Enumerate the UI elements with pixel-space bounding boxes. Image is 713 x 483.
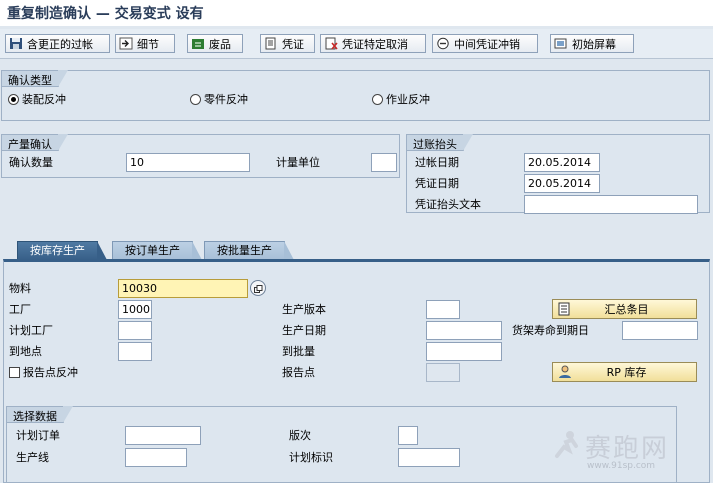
group-title: 确认类型: [1, 70, 68, 87]
scrap-icon: [191, 37, 205, 50]
receiving-location-input[interactable]: [118, 342, 152, 361]
group-title: 过账抬头: [406, 134, 473, 151]
shelf-life-expiration-label: 货架寿命到期日: [512, 324, 589, 337]
confirmed-qty-input[interactable]: 10: [126, 153, 250, 172]
reporting-point-input: [426, 363, 460, 382]
summary-entries-button[interactable]: 汇总条目: [552, 299, 697, 319]
watermark-url: www.91sp.com: [587, 461, 656, 471]
production-version-input[interactable]: [426, 300, 460, 319]
tab-lot-size-production[interactable]: 按批量生产: [204, 241, 294, 260]
details-button[interactable]: 细节: [115, 34, 175, 53]
tab-label: 按库存生产: [30, 244, 85, 257]
save-disk-icon: [9, 37, 23, 50]
intermediate-document-reversal-button[interactable]: 中间凭证冲销: [432, 34, 538, 53]
confirmed-qty-label: 确认数量: [9, 156, 53, 169]
unit-of-measure-label: 计量单位: [276, 156, 320, 169]
to-batch-label: 到批量: [282, 345, 315, 358]
tab-make-to-order[interactable]: 按订单生产: [112, 241, 202, 260]
button-label: 中间凭证冲销: [454, 37, 520, 51]
activity-backflush-radio[interactable]: [372, 94, 383, 105]
post-with-correction-button[interactable]: 含更正的过帐: [5, 34, 110, 53]
receiving-location-label: 到地点: [9, 345, 42, 358]
posting-date-label: 过帐日期: [415, 156, 459, 169]
button-label: 细节: [137, 37, 159, 51]
site-watermark: 赛跑网 www.91sp.com: [547, 426, 707, 478]
scrap-button[interactable]: 废品: [187, 34, 243, 53]
unit-of-measure-input[interactable]: [371, 153, 397, 172]
group-title: 选择数据: [6, 406, 73, 423]
rp-stock-button[interactable]: RP 库存: [552, 362, 697, 382]
search-help-icon: [254, 284, 263, 297]
to-batch-input[interactable]: [426, 342, 502, 361]
production-date-label: 生产日期: [282, 324, 326, 337]
production-line-label: 生产线: [16, 451, 49, 464]
tab-make-to-stock[interactable]: 按库存生产: [17, 241, 107, 260]
component-backflush-radio[interactable]: [190, 94, 201, 105]
reporting-point-backflush-label: 报告点反冲: [23, 366, 78, 379]
tab-label: 按批量生产: [217, 244, 272, 257]
button-label: 凭证特定取消: [342, 37, 408, 51]
group-title: 产量确认: [1, 134, 68, 151]
header-text-input[interactable]: [524, 195, 698, 214]
plant-input[interactable]: 1000: [118, 300, 152, 319]
plant-label: 工厂: [9, 303, 31, 316]
runner-logo-icon: [551, 430, 581, 463]
production-date-input[interactable]: [426, 321, 502, 340]
button-label: 汇总条目: [604, 303, 649, 316]
shelf-life-expiration-input[interactable]: [622, 321, 698, 340]
button-label: 初始屏幕: [572, 37, 616, 51]
document-specific-cancel-button[interactable]: 凭证特定取消: [320, 34, 426, 53]
initial-screen-icon: [554, 37, 568, 50]
button-label: 含更正的过帐: [27, 37, 93, 51]
posting-header-group: 过账抬头 过帐日期 20.05.2014 凭证日期 20.05.2014 凭证抬…: [406, 134, 710, 214]
production-line-input[interactable]: [125, 448, 187, 467]
button-label: RP 库存: [606, 366, 647, 379]
watermark-text: 赛跑网: [585, 434, 670, 464]
cancel-document-icon: [324, 37, 338, 50]
application-toolbar: 含更正的过帐 细节 废品 凭证 凭证特定取消 中间凭证冲销 初始屏幕: [0, 29, 713, 59]
planning-id-label: 计划标识: [289, 451, 333, 464]
person-icon: [557, 365, 573, 379]
assembly-backflush-label: 装配反冲: [22, 93, 66, 106]
planned-order-input[interactable]: [125, 426, 201, 445]
planning-plant-input[interactable]: [118, 321, 152, 340]
button-label: 废品: [209, 37, 231, 51]
material-input[interactable]: 10030: [118, 279, 248, 298]
arrow-right-icon: [119, 37, 133, 50]
material-search-help-button[interactable]: [250, 280, 266, 296]
planning-id-input[interactable]: [398, 448, 460, 467]
planned-order-label: 计划订单: [16, 429, 60, 442]
minus-circle-icon: [436, 37, 450, 50]
assembly-backflush-radio[interactable]: [8, 94, 19, 105]
version-input[interactable]: [398, 426, 418, 445]
header-text-label: 凭证抬头文本: [415, 198, 481, 211]
planning-plant-label: 计划工厂: [9, 324, 53, 337]
page-title: 重复制造确认 — 交易变式 设有: [7, 6, 204, 22]
production-version-label: 生产版本: [282, 303, 326, 316]
output-confirmation-group: 产量确认 确认数量 10 计量单位: [1, 134, 400, 178]
version-label: 版次: [289, 429, 311, 442]
title-bar: 重复制造确认 — 交易变式 设有: [0, 0, 713, 26]
document-date-label: 凭证日期: [415, 177, 459, 190]
material-label: 物料: [9, 282, 31, 295]
activity-backflush-label: 作业反冲: [386, 93, 430, 106]
document-button[interactable]: 凭证: [260, 34, 315, 53]
component-backflush-label: 零件反冲: [204, 93, 248, 106]
document-date-input[interactable]: 20.05.2014: [524, 174, 600, 193]
reporting-point-backflush-checkbox[interactable]: [9, 367, 20, 378]
confirmation-type-group: 确认类型 装配反冲 零件反冲 作业反冲: [1, 70, 710, 121]
summary-list-icon: [557, 302, 573, 316]
tab-label: 按订单生产: [125, 244, 180, 257]
reporting-point-label: 报告点: [282, 366, 315, 379]
document-icon: [264, 37, 278, 50]
button-label: 凭证: [282, 37, 304, 51]
initial-screen-button[interactable]: 初始屏幕: [550, 34, 634, 53]
posting-date-input[interactable]: 20.05.2014: [524, 153, 600, 172]
